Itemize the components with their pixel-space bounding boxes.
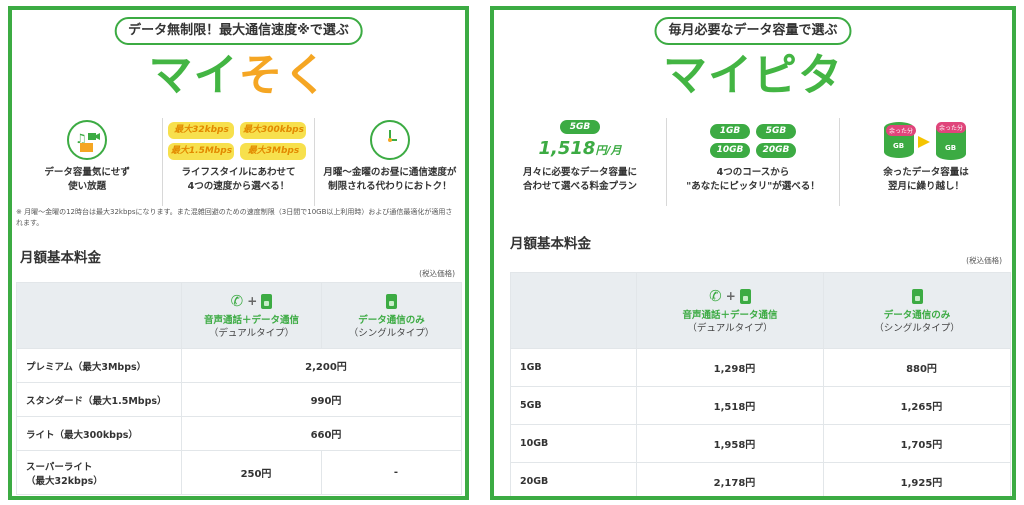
arrow-right-icon (918, 136, 930, 148)
table-row: 1GB 1,298円 880円 (510, 348, 1011, 387)
table-row: 20GB 2,178円 1,925円 (510, 462, 1011, 496)
phone-icon: ✆ (230, 292, 244, 310)
sim-icon (739, 288, 751, 304)
music-video-icon: ♫ (67, 120, 108, 160)
gb-chip: 1GB (710, 124, 750, 139)
table-row: 10GB 1,958円 1,705円 (510, 424, 1011, 463)
col-dual: ✆ + 音声通話＋データ通信 （デュアルタイプ） (636, 272, 824, 349)
table-header-row: ✆ + 音声通話＋データ通信 （デュアルタイプ） データ通信のみ （シングルタイプ… (16, 282, 462, 349)
sim-icon (386, 293, 397, 309)
table-row: ライト（最大300kbps） 660円 (16, 416, 462, 451)
mypita-panel: 毎月必要なデータ容量で選ぶ マイピタ 5GB 1,518円/月 月々に必要なデー… (490, 6, 1016, 500)
table-row: スーパーライト （最大32kbps） 250円 - (16, 450, 462, 495)
col-dual: ✆ + 音声通話＋データ通信 （デュアルタイプ） (181, 282, 322, 349)
header-pill: 毎月必要なデータ容量で選ぶ (654, 17, 852, 45)
clock-icon (369, 120, 410, 160)
price-table: ✆ + 音声通話＋データ通信 （デュアルタイプ） データ通信のみ （シングルタイプ… (510, 272, 1011, 496)
header-pill: データ無制限！最大通信速度※で選ぶ (114, 17, 363, 45)
table-header-row: ✆ + 音声通話＋データ通信 （デュアルタイプ） データ通信のみ （シングルタイプ… (510, 272, 1011, 349)
col-single: データ通信のみ （シングルタイプ） (823, 272, 1011, 349)
table-row: スタンダード（最大1.5Mbps） 990円 (16, 382, 462, 417)
feature-row: 5GB 1,518円/月 月々に必要なデータ容量に 合わせて選べる料金プラン 1… (494, 118, 1012, 206)
section-title: 月額基本料金 (20, 250, 101, 266)
tax-note: (税込価格) (966, 256, 1002, 265)
gb-chip: 5GB (756, 124, 796, 139)
gb-chip: 10GB (710, 143, 750, 158)
gb-chips: 1GB 5GB 10GB 20GB (710, 124, 796, 158)
feature-unlimited: ♫ データ容量気にせず 使い放題 (12, 118, 162, 206)
mysoku-panel: データ無制限！最大通信速度※で選ぶ マイそく ♫ データ容量気にせず 使い放題 … (8, 6, 469, 500)
table-row: 5GB 1,518円 1,265円 (510, 386, 1011, 425)
phone-icon: ✆ (709, 287, 722, 305)
feature-row: ♫ データ容量気にせず 使い放題 最大32kbps 最大300kbps 最大1.… (12, 118, 465, 206)
gb-chip: 20GB (756, 143, 796, 158)
gb-badge: 5GB (560, 120, 600, 134)
mysoku-logo: マイそく (148, 50, 329, 101)
feature-speeds: 最大32kbps 最大300kbps 最大1.5Mbps 最大3Mbps ライフ… (162, 118, 313, 206)
rollover-icon: 余った分 GB 余った分 GB (882, 122, 970, 162)
tax-note: (税込価格) (419, 269, 455, 278)
speed-chip: 最大300kbps (240, 122, 307, 139)
mypita-logo: マイピタ (663, 50, 843, 101)
section-title: 月額基本料金 (510, 236, 591, 252)
feature-price: 5GB 1,518円/月 月々に必要なデータ容量に 合わせて選べる料金プラン (494, 118, 666, 206)
price-display: 1,518円/月 (538, 138, 622, 159)
col-single: データ通信のみ （シングルタイプ） (321, 282, 462, 349)
feature-rollover: 余った分 GB 余った分 GB 余ったデータ容量は 翌月に繰り越し！ (839, 118, 1012, 206)
table-corner (16, 282, 182, 349)
feature-courses: 1GB 5GB 10GB 20GB 4つのコースから "あなたにピッタリ"が選べ… (666, 118, 839, 206)
speed-chip: 最大32kbps (168, 122, 235, 139)
table-row: プレミアム（最大3Mbps） 2,200円 (16, 348, 462, 383)
speed-chip: 最大1.5Mbps (168, 143, 235, 160)
speed-chip: 最大3Mbps (240, 143, 307, 160)
sim-icon (261, 293, 273, 309)
feature-daytime: 月曜～金曜のお昼に通信速度が 制限される代わりにおトク！ (313, 118, 465, 206)
speed-chips: 最大32kbps 最大300kbps 最大1.5Mbps 最大3Mbps (168, 122, 308, 160)
sim-icon (911, 288, 923, 304)
table-corner (510, 272, 637, 349)
price-table: ✆ + 音声通話＋データ通信 （デュアルタイプ） データ通信のみ （シングルタイプ… (16, 282, 462, 495)
speed-note: ※ 月曜～金曜の12時台は最大32kbpsになります。また混雑回避のための速度制… (16, 208, 453, 227)
